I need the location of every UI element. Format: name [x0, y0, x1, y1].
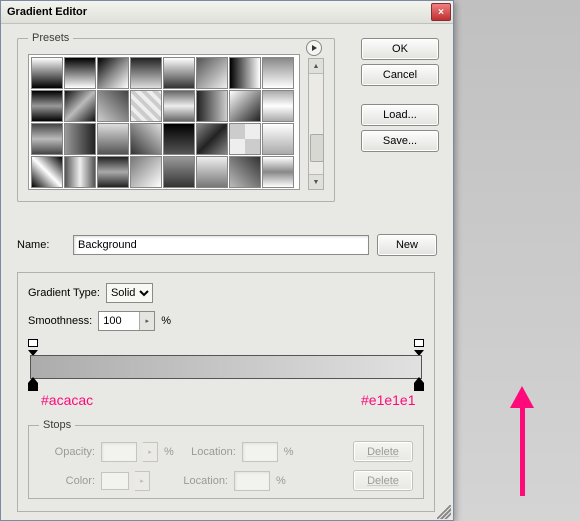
percent-label: % [276, 475, 286, 487]
preset-swatch[interactable] [97, 57, 129, 89]
gradient-editor-dialog: Gradient Editor × Presets [0, 0, 454, 521]
color-stop-right[interactable] [414, 377, 424, 391]
preset-swatch[interactable] [163, 123, 195, 155]
dialog-buttons: OK Cancel Load... Save... [361, 38, 439, 152]
preset-swatch[interactable] [262, 123, 294, 155]
preset-swatch[interactable] [229, 123, 261, 155]
location-label: Location: [172, 475, 228, 487]
presets-legend: Presets [28, 32, 73, 44]
name-label: Name: [17, 239, 65, 251]
presets-menu-button[interactable] [306, 40, 322, 56]
preset-swatch[interactable] [229, 90, 261, 122]
location-label: Location: [180, 446, 236, 458]
preset-swatch[interactable] [163, 156, 195, 188]
color-stop-left[interactable] [28, 377, 38, 391]
color-well [101, 472, 129, 490]
presets-grid [28, 54, 300, 190]
preset-swatch[interactable] [262, 156, 294, 188]
percent-label: % [164, 446, 174, 458]
smoothness-label: Smoothness: [28, 315, 92, 327]
gradient-editor-bar [28, 339, 424, 393]
preset-swatch[interactable] [31, 123, 63, 155]
preset-swatch[interactable] [163, 90, 195, 122]
window-title: Gradient Editor [7, 6, 431, 18]
scroll-up-icon[interactable]: ▲ [309, 59, 323, 74]
annotation-left-color: #acacac [41, 392, 93, 408]
preset-swatch[interactable] [262, 90, 294, 122]
stops-legend: Stops [39, 419, 75, 431]
preset-swatch[interactable] [229, 156, 261, 188]
stepper-icon[interactable]: ▸ [139, 312, 154, 330]
resize-grip-icon[interactable] [437, 505, 451, 519]
preset-swatch[interactable] [229, 57, 261, 89]
stepper-icon: ▸ [143, 442, 158, 462]
presets-group: Presets [17, 32, 335, 202]
gradient-type-label: Gradient Type: [28, 287, 100, 299]
preset-swatch[interactable] [130, 123, 162, 155]
scroll-track[interactable] [309, 74, 323, 174]
preset-swatch[interactable] [97, 156, 129, 188]
opacity-stop-left[interactable] [28, 339, 38, 351]
name-input[interactable] [73, 235, 369, 255]
opacity-label: Opacity: [39, 446, 95, 458]
new-button[interactable]: New [377, 234, 437, 256]
ok-button[interactable]: OK [361, 38, 439, 60]
preset-swatch[interactable] [31, 156, 63, 188]
preset-swatch[interactable] [130, 57, 162, 89]
load-button[interactable]: Load... [361, 104, 439, 126]
preset-swatch[interactable] [130, 90, 162, 122]
annotation-right-color: #e1e1e1 [361, 392, 416, 408]
percent-label: % [284, 446, 294, 458]
delete-color-stop-button: Delete [353, 470, 413, 491]
presets-scrollbar[interactable]: ▲ ▼ [308, 58, 324, 190]
close-button[interactable]: × [431, 3, 451, 21]
dialog-body: Presets [1, 24, 453, 521]
smoothness-input[interactable]: ▸ [98, 311, 155, 331]
preset-swatch[interactable] [64, 156, 96, 188]
cancel-button[interactable]: Cancel [361, 64, 439, 86]
gradient-type-select[interactable]: Solid [106, 283, 153, 303]
preset-swatch[interactable] [196, 57, 228, 89]
scroll-down-icon[interactable]: ▼ [309, 174, 323, 189]
preset-swatch[interactable] [196, 156, 228, 188]
stops-group: Stops Opacity: ▸ % Location: % Delete Co… [28, 419, 424, 499]
preset-swatch[interactable] [31, 90, 63, 122]
delete-opacity-stop-button: Delete [353, 441, 413, 462]
stepper-icon: ▸ [135, 471, 150, 491]
opacity-location-input [242, 442, 278, 462]
preset-swatch[interactable] [196, 90, 228, 122]
preset-swatch[interactable] [64, 90, 96, 122]
color-location-input [234, 471, 270, 491]
preset-swatch[interactable] [64, 123, 96, 155]
preset-swatch[interactable] [31, 57, 63, 89]
smoothness-value[interactable] [99, 315, 139, 327]
preset-swatch[interactable] [97, 123, 129, 155]
opacity-input [101, 442, 137, 462]
preset-swatch[interactable] [64, 57, 96, 89]
name-row: Name: New [17, 234, 437, 256]
preset-swatch[interactable] [262, 57, 294, 89]
preset-swatch[interactable] [97, 90, 129, 122]
gradient-preview-bar[interactable] [30, 355, 422, 379]
percent-label: % [161, 315, 171, 327]
preset-swatch[interactable] [130, 156, 162, 188]
scroll-thumb[interactable] [310, 134, 324, 162]
annotation-arrow-icon [510, 386, 534, 496]
save-button[interactable]: Save... [361, 130, 439, 152]
titlebar[interactable]: Gradient Editor × [1, 1, 453, 24]
preset-swatch[interactable] [196, 123, 228, 155]
preset-swatch[interactable] [163, 57, 195, 89]
opacity-stop-right[interactable] [414, 339, 424, 351]
close-icon: × [438, 7, 444, 18]
color-label: Color: [39, 475, 95, 487]
